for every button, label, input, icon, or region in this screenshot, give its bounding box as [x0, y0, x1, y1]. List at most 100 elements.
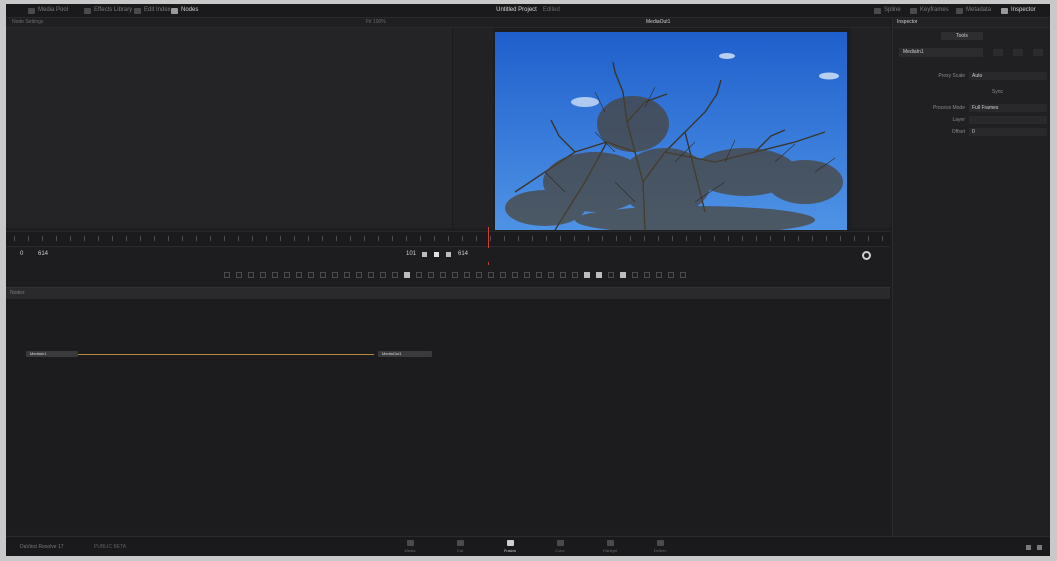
ruler-tick — [686, 236, 687, 241]
ruler-tick — [196, 236, 197, 241]
ruler-tick — [280, 236, 281, 241]
tool-icon[interactable] — [620, 272, 626, 278]
tool-icon[interactable] — [476, 272, 482, 278]
tool-icon[interactable] — [356, 272, 362, 278]
settings-icon[interactable] — [1037, 545, 1042, 550]
ruler-tick — [868, 236, 869, 241]
tool-icon[interactable] — [308, 272, 314, 278]
viewer-image[interactable] — [495, 32, 847, 230]
tool-icon[interactable] — [488, 272, 494, 278]
tool-icon[interactable] — [608, 272, 614, 278]
beta-label: PUBLIC BETA — [94, 544, 127, 550]
page-cut[interactable]: Cut — [449, 540, 471, 553]
fusion-page-icon — [506, 540, 514, 546]
tool-icon[interactable] — [572, 272, 578, 278]
home-icon[interactable] — [1026, 545, 1031, 550]
tool-icon[interactable] — [512, 272, 518, 278]
node-mediaout1[interactable]: MediaOut1 — [378, 351, 432, 357]
proxy-scale-field[interactable]: Auto — [969, 72, 1047, 80]
ruler-tick — [84, 236, 85, 241]
tool-icon[interactable] — [548, 272, 554, 278]
tool-icon[interactable] — [344, 272, 350, 278]
node-dropdown[interactable]: MediaIn1 — [899, 48, 983, 57]
tool-icon[interactable] — [632, 272, 638, 278]
tool-icon[interactable] — [500, 272, 506, 278]
ruler-tick — [336, 236, 337, 241]
ruler-tick — [728, 236, 729, 241]
tool-icon[interactable] — [392, 272, 398, 278]
node-editor[interactable]: MediaIn1 MediaOut1 — [6, 299, 890, 529]
tool-icon[interactable] — [440, 272, 446, 278]
ruler-tick — [14, 236, 15, 241]
tool-icon[interactable] — [332, 272, 338, 278]
tool-icon[interactable] — [272, 272, 278, 278]
tool-icon[interactable] — [236, 272, 242, 278]
tool-icon[interactable] — [464, 272, 470, 278]
zoom-control[interactable]: Fit 100% — [366, 19, 386, 25]
loop-icon[interactable] — [862, 251, 871, 260]
sync-toggle[interactable] — [1007, 88, 1027, 96]
tab-tools[interactable]: Tools — [941, 32, 983, 40]
tool-icon[interactable] — [224, 272, 230, 278]
app-window: Media Pool Effects Library Edit Index No… — [6, 4, 1050, 556]
offset-field[interactable]: 0 — [969, 128, 1047, 136]
page-color[interactable]: Color — [549, 540, 571, 553]
viewer-gutter — [453, 28, 493, 228]
tool-icon[interactable] — [416, 272, 422, 278]
tool-icon[interactable] — [536, 272, 542, 278]
process-mode-field[interactable]: Full Frames — [969, 104, 1047, 112]
tool-icon[interactable] — [680, 272, 686, 278]
tool-icon[interactable] — [404, 272, 410, 278]
ruler-tick — [658, 236, 659, 241]
ruler-tick — [98, 236, 99, 241]
tool-icon[interactable] — [656, 272, 662, 278]
ruler-tick — [350, 236, 351, 241]
time-ruler[interactable] — [6, 231, 890, 247]
tool-icon[interactable] — [584, 272, 590, 278]
ruler-tick — [126, 236, 127, 241]
keyframes-button[interactable]: Keyframes — [910, 7, 949, 14]
stop-icon[interactable] — [434, 252, 439, 257]
settings-icon[interactable] — [993, 49, 1003, 56]
tool-icon[interactable] — [260, 272, 266, 278]
render-start[interactable]: 0 — [20, 251, 23, 257]
tool-icon[interactable] — [284, 272, 290, 278]
transport-bar: 0 614 101 614 — [6, 248, 890, 262]
tool-icon[interactable] — [380, 272, 386, 278]
node-mediain1[interactable]: MediaIn1 — [26, 351, 78, 357]
layer-field[interactable] — [969, 116, 1047, 124]
ruler-tick — [448, 236, 449, 241]
end-frame[interactable]: 614 — [458, 251, 468, 257]
ruler-tick — [532, 236, 533, 241]
tool-icon[interactable] — [524, 272, 530, 278]
tool-icon[interactable] — [644, 272, 650, 278]
media-page-icon — [406, 540, 414, 546]
reset-icon[interactable] — [1013, 49, 1023, 56]
tool-icon[interactable] — [596, 272, 602, 278]
current-frame[interactable]: 101 — [406, 251, 416, 257]
tool-icon[interactable] — [320, 272, 326, 278]
play-icon[interactable] — [446, 252, 451, 257]
page-fairlight[interactable]: Fairlight — [599, 540, 621, 553]
ruler-tick — [714, 236, 715, 241]
page-deliver[interactable]: Deliver — [649, 540, 671, 553]
tool-icon[interactable] — [248, 272, 254, 278]
tool-icon[interactable] — [296, 272, 302, 278]
tool-icon[interactable] — [668, 272, 674, 278]
tool-icon[interactable] — [428, 272, 434, 278]
options-icon[interactable] — [1033, 49, 1043, 56]
page-fusion[interactable]: Fusion — [499, 540, 521, 553]
left-viewer[interactable] — [6, 28, 453, 228]
tool-icon[interactable] — [368, 272, 374, 278]
tool-icon[interactable] — [560, 272, 566, 278]
cut-page-icon — [456, 540, 464, 546]
inspector-button[interactable]: Inspector — [1001, 7, 1036, 14]
page-media[interactable]: Media — [399, 540, 421, 553]
ruler-tick — [140, 236, 141, 241]
spline-button[interactable]: Spline — [874, 7, 901, 14]
tool-icon[interactable] — [452, 272, 458, 278]
metadata-button[interactable]: Metadata — [956, 7, 991, 14]
render-end[interactable]: 614 — [38, 251, 48, 257]
go-start-icon[interactable] — [422, 252, 427, 257]
ruler-tick — [672, 236, 673, 241]
